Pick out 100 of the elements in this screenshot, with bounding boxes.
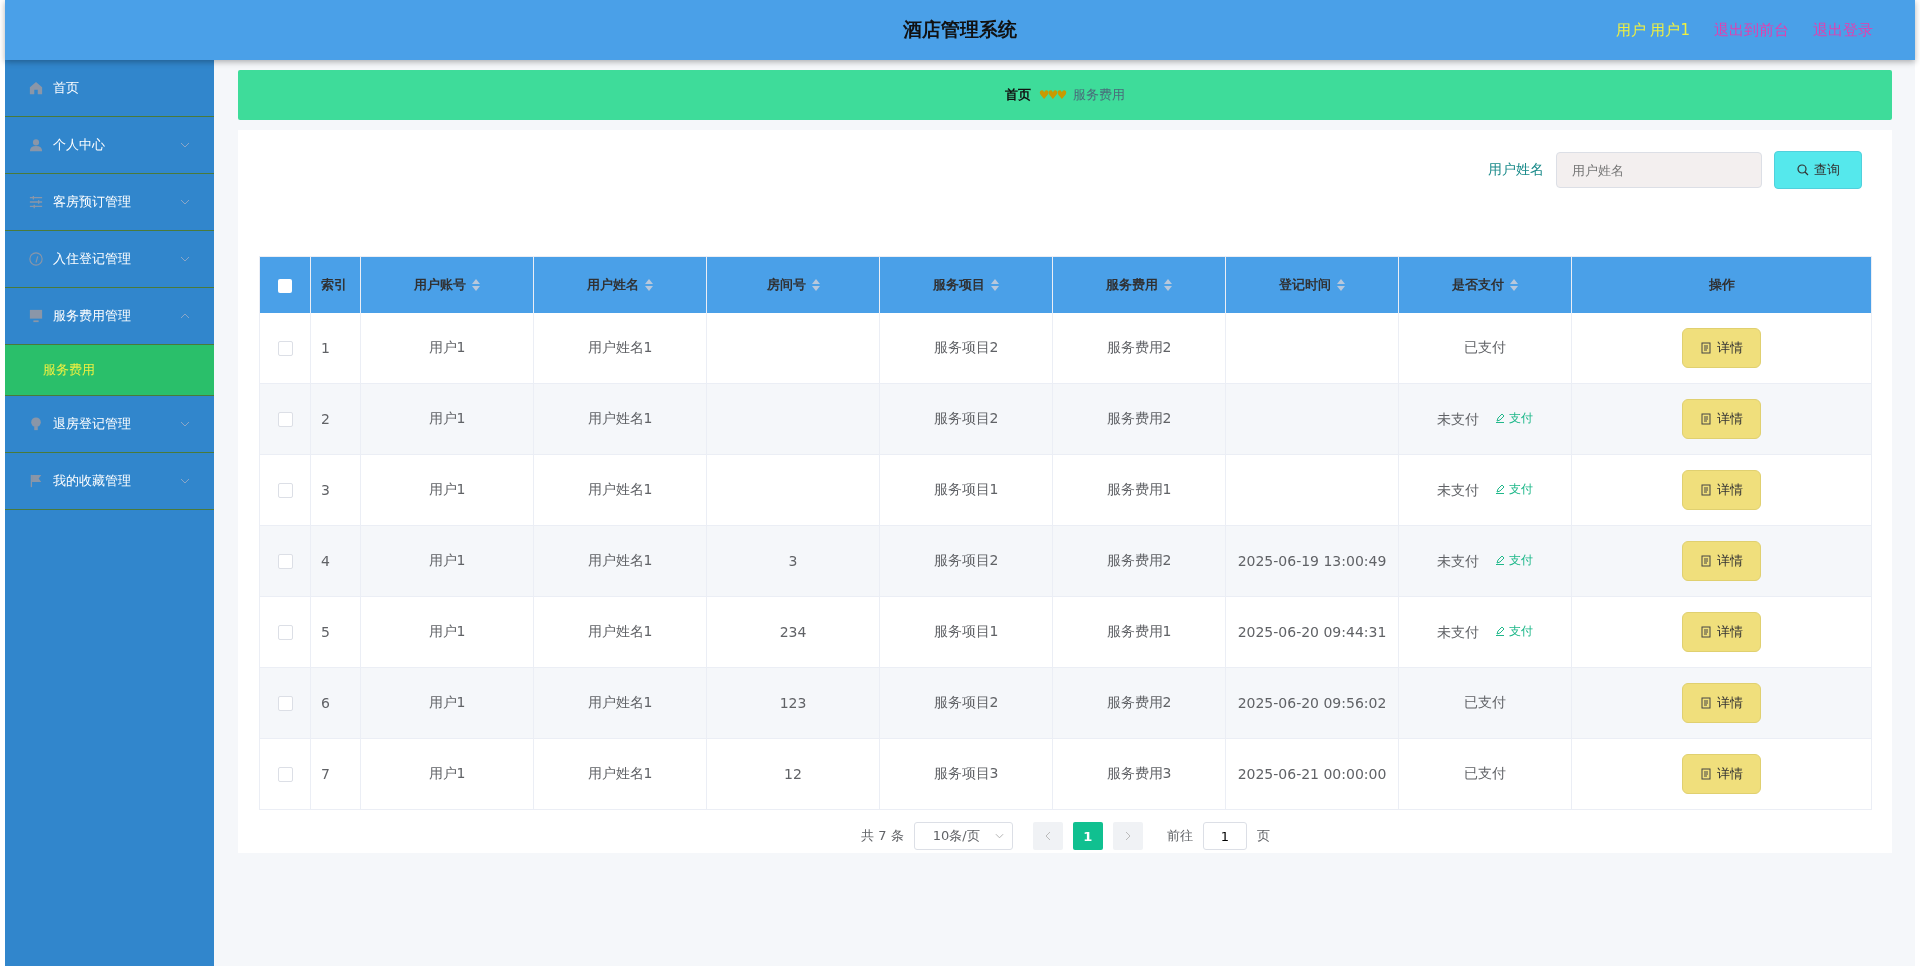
select-all-checkbox[interactable] — [278, 278, 292, 293]
page-number-field[interactable]: 1 — [1202, 822, 1247, 850]
chevron-icon — [994, 833, 1004, 839]
row-checkbox[interactable] — [277, 341, 293, 357]
table-cell: 3 — [788, 553, 798, 569]
left-chevron-icon — [1044, 831, 1051, 841]
search-label: 用户姓名 — [1488, 161, 1544, 179]
row-checkbox[interactable] — [277, 412, 293, 428]
row-checkbox[interactable] — [277, 767, 293, 783]
payment-status: 未支付 — [1437, 552, 1479, 569]
details-button[interactable]: 详情 — [1682, 754, 1761, 794]
details-button[interactable]: 详情 — [1682, 328, 1761, 368]
monitor-icon — [29, 309, 43, 323]
table-cell: 2 — [321, 411, 330, 427]
table-cell: 服务项目3 — [933, 765, 999, 781]
sort-icon — [991, 279, 999, 291]
sort-icon — [645, 279, 653, 291]
sort-icon — [811, 279, 820, 291]
document-icon — [1700, 626, 1711, 638]
document-icon — [1700, 555, 1711, 567]
flag-icon — [29, 474, 43, 488]
table-cell: 用户1 — [428, 694, 466, 710]
column-header[interactable]: 服务项目 — [879, 256, 1053, 313]
table-cell: 服务费用2 — [1106, 694, 1172, 710]
chevron-icon — [180, 199, 190, 205]
details-button[interactable]: 详情 — [1682, 612, 1761, 652]
column-header[interactable]: 操作 — [1571, 256, 1872, 313]
goto-label: 前往 — [1166, 827, 1193, 845]
table-cell: 服务费用2 — [1106, 410, 1172, 426]
sort-icon — [1510, 279, 1518, 291]
table-cell: 用户姓名1 — [587, 552, 653, 568]
pay-link[interactable]: 支付 — [1495, 409, 1533, 427]
table-cell: 4 — [321, 553, 330, 569]
column-header[interactable]: 用户账号 — [360, 256, 534, 313]
table-cell: 1 — [321, 340, 330, 356]
pencil-icon — [1495, 413, 1505, 424]
page-size-select[interactable]: 10条/页 — [913, 822, 1013, 850]
breadcrumb-link[interactable]: 服务费用 — [1073, 86, 1126, 104]
table-cell: 用户姓名1 — [587, 339, 653, 355]
details-button[interactable]: 详情 — [1682, 399, 1761, 439]
next-page-button[interactable] — [1112, 822, 1143, 850]
column-header[interactable]: 是否支付 — [1398, 256, 1572, 313]
chevron-icon — [180, 142, 190, 148]
table-cell: 2025-06-20 09:44:31 — [1237, 624, 1387, 640]
table-cell: 用户姓名1 — [587, 410, 653, 426]
payment-status: 未支付 — [1437, 410, 1479, 427]
document-icon — [1700, 768, 1711, 780]
page-button[interactable]: 1 — [1072, 822, 1103, 850]
sort-icon — [1164, 279, 1172, 291]
table-cell: 用户姓名1 — [587, 694, 653, 710]
sort-icon — [1337, 279, 1345, 291]
search-field[interactable]: 用户姓名 — [1556, 152, 1762, 188]
table-cell: 用户1 — [428, 623, 466, 639]
column-header[interactable]: 房间号 — [706, 256, 880, 313]
right-chevron-icon — [1124, 831, 1131, 841]
table-cell: 用户1 — [428, 410, 466, 426]
payment-status: 未支付 — [1437, 623, 1479, 640]
table-cell: 服务费用1 — [1106, 481, 1172, 497]
details-button[interactable]: 详情 — [1682, 541, 1761, 581]
table-cell: 2025-06-21 00:00:00 — [1237, 766, 1387, 782]
sliders-icon — [29, 195, 43, 209]
person-icon — [29, 138, 43, 152]
table-cell: 服务费用2 — [1106, 552, 1172, 568]
row-checkbox[interactable] — [277, 483, 293, 499]
details-button[interactable]: 详情 — [1682, 470, 1761, 510]
table-cell: 服务费用2 — [1106, 339, 1172, 355]
document-icon — [1700, 697, 1711, 709]
user-name: 用户 用户1 — [1615, 20, 1690, 40]
column-header[interactable]: 用户姓名 — [533, 256, 707, 313]
search-button[interactable]: 查询 — [1774, 151, 1862, 189]
table-cell: 2025-06-20 09:56:02 — [1237, 695, 1387, 711]
table-cell: 服务费用3 — [1106, 765, 1172, 781]
table-cell: 6 — [321, 695, 330, 711]
previous-page-button[interactable] — [1032, 822, 1063, 850]
row-checkbox[interactable] — [277, 696, 293, 712]
payment-status: 已支付 — [1464, 339, 1506, 355]
details-button[interactable]: 详情 — [1682, 683, 1761, 723]
pay-link[interactable]: 支付 — [1495, 480, 1533, 498]
table-cell: 用户1 — [428, 552, 466, 568]
sort-icon — [472, 279, 480, 291]
table-cell: 服务项目1 — [933, 623, 999, 639]
pay-link[interactable]: 支付 — [1495, 551, 1533, 569]
payment-status: 未支付 — [1437, 481, 1479, 498]
pencil-icon — [1495, 626, 1505, 637]
bulb-icon — [29, 417, 43, 431]
table-cell: 用户1 — [428, 481, 466, 497]
row-checkbox[interactable] — [277, 625, 293, 641]
pencil-icon — [1495, 555, 1505, 566]
column-header[interactable]: 服务费用 — [1052, 256, 1226, 313]
table-cell: 用户姓名1 — [587, 765, 653, 781]
page-suffix: 页 — [1256, 827, 1270, 845]
document-icon — [1700, 413, 1711, 425]
column-header[interactable]: 索引 — [310, 256, 361, 313]
chevron-icon — [180, 256, 190, 262]
table-cell: 用户1 — [428, 339, 466, 355]
row-checkbox[interactable] — [277, 554, 293, 570]
breadcrumb-link[interactable]: 首页 — [1004, 86, 1031, 104]
column-header[interactable]: 登记时间 — [1225, 256, 1399, 313]
app-title: 酒店管理系统 — [903, 17, 1017, 42]
pay-link[interactable]: 支付 — [1495, 622, 1533, 640]
